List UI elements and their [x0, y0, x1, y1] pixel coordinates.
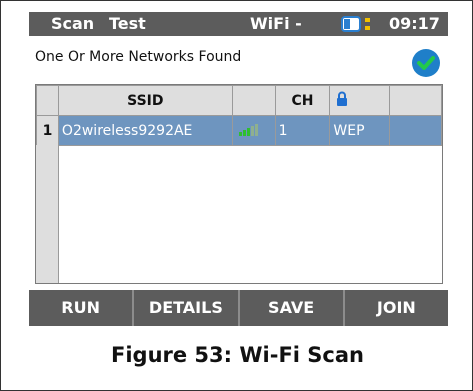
figure-caption: Figure 53: Wi-Fi Scan: [111, 343, 364, 367]
table-row[interactable]: 1 O2wireless9292AE 1 WEP: [36, 115, 442, 146]
column-header-extra[interactable]: [389, 85, 442, 116]
lock-icon: [337, 91, 348, 106]
corner-cell: [36, 85, 59, 116]
networks-grid: SSID CH 1 O2wireless9292AE 1 WEP: [36, 85, 442, 146]
join-button[interactable]: JOIN: [345, 290, 448, 326]
networks-table: SSID CH 1 O2wireless9292AE 1 WEP: [35, 84, 443, 284]
checkmark-icon: [412, 49, 440, 77]
row-number: 1: [36, 115, 59, 146]
save-button[interactable]: SAVE: [240, 290, 345, 326]
status-test-label[interactable]: Test: [109, 12, 146, 36]
figure-frame: Scan Test WiFi - 09:17 One Or More Netwo…: [0, 0, 473, 391]
signal-strength-icon: [238, 123, 258, 136]
column-header-signal[interactable]: [231, 85, 276, 116]
run-button[interactable]: RUN: [29, 290, 135, 326]
extra-cell[interactable]: [389, 115, 442, 146]
status-time: 09:17: [389, 14, 440, 33]
status-wifi-label: WiFi -: [250, 14, 302, 33]
status-bar: Scan Test WiFi - 09:17: [29, 12, 448, 36]
battery-icon: [341, 16, 370, 32]
result-message: One Or More Networks Found: [35, 49, 242, 65]
security-cell[interactable]: WEP: [329, 115, 391, 146]
row-number-strip: [36, 145, 59, 283]
column-header-security[interactable]: [329, 85, 391, 116]
device-screen: Scan Test WiFi - 09:17 One Or More Netwo…: [29, 12, 448, 337]
table-header-row: SSID CH: [36, 85, 442, 116]
ssid-cell[interactable]: O2wireless9292AE: [57, 115, 233, 146]
status-scan-label[interactable]: Scan: [51, 12, 94, 36]
softkey-bar: RUN DETAILS SAVE JOIN: [29, 290, 448, 326]
details-button[interactable]: DETAILS: [134, 290, 240, 326]
column-header-ch[interactable]: CH: [274, 85, 331, 116]
channel-cell[interactable]: 1: [274, 115, 331, 146]
signal-cell[interactable]: [231, 115, 276, 146]
column-header-ssid[interactable]: SSID: [57, 85, 233, 116]
result-header: One Or More Networks Found: [29, 36, 448, 77]
